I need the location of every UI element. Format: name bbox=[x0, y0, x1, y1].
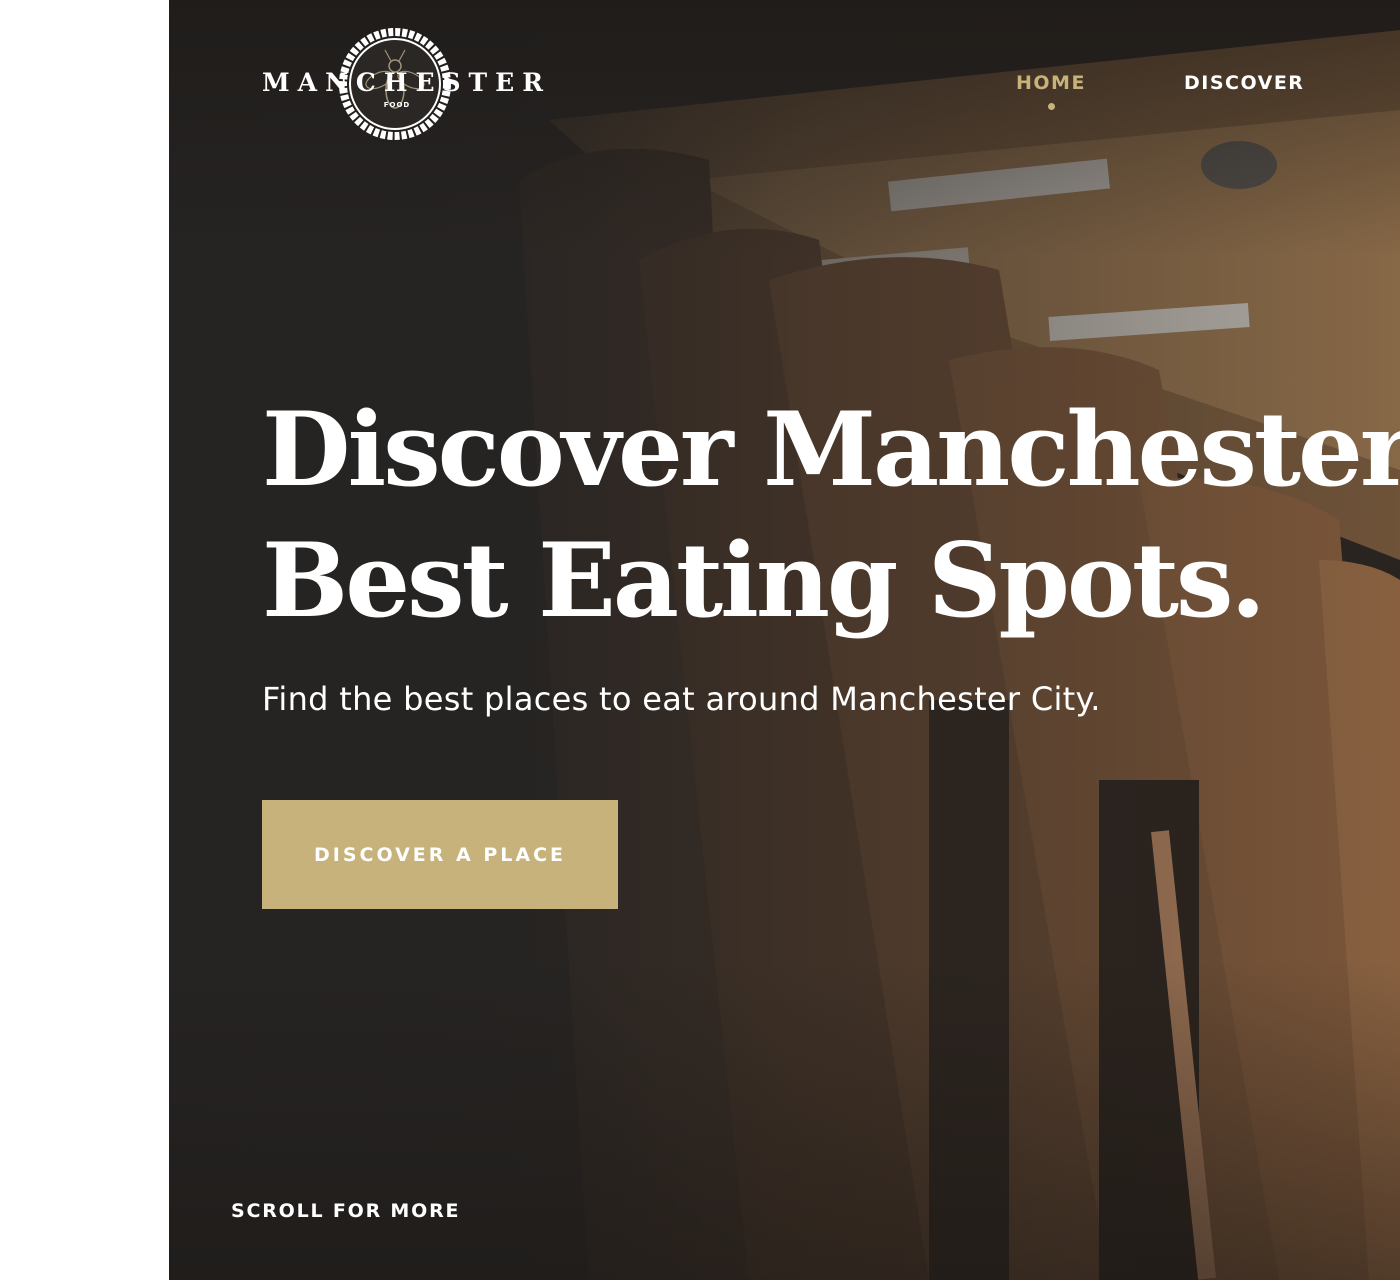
hero-headline-line2: Best Eating Spots. bbox=[262, 521, 1266, 641]
hero-headline: Discover Manchester’s Best Eating Spots. bbox=[262, 385, 1400, 647]
nav-item-home-label: HOME bbox=[1016, 72, 1086, 94]
nav-item-discover-label: DISCOVER bbox=[1184, 72, 1305, 94]
hero-headline-line1: Discover Manchester’s bbox=[262, 390, 1400, 510]
discover-a-place-button[interactable]: DISCOVER A PLACE bbox=[262, 800, 618, 909]
logo-subtext: FOOD bbox=[383, 101, 411, 109]
hero-subtitle: Find the best places to eat around Manch… bbox=[262, 680, 1101, 718]
hero-section: MANCHESTER FOOD HOME DISCOVER Discover M… bbox=[169, 0, 1400, 1280]
nav-item-discover[interactable]: DISCOVER bbox=[1184, 72, 1304, 94]
site-logo[interactable]: MANCHESTER FOOD bbox=[262, 26, 551, 144]
active-indicator-dot bbox=[1047, 103, 1055, 110]
page: MANCHESTER FOOD HOME DISCOVER Discover M… bbox=[0, 0, 1400, 1280]
scroll-for-more-link[interactable]: SCROLL FOR MORE bbox=[231, 1200, 460, 1222]
logo-wordmark: MANCHESTER bbox=[262, 68, 551, 97]
nav-item-home[interactable]: HOME bbox=[1016, 72, 1086, 110]
